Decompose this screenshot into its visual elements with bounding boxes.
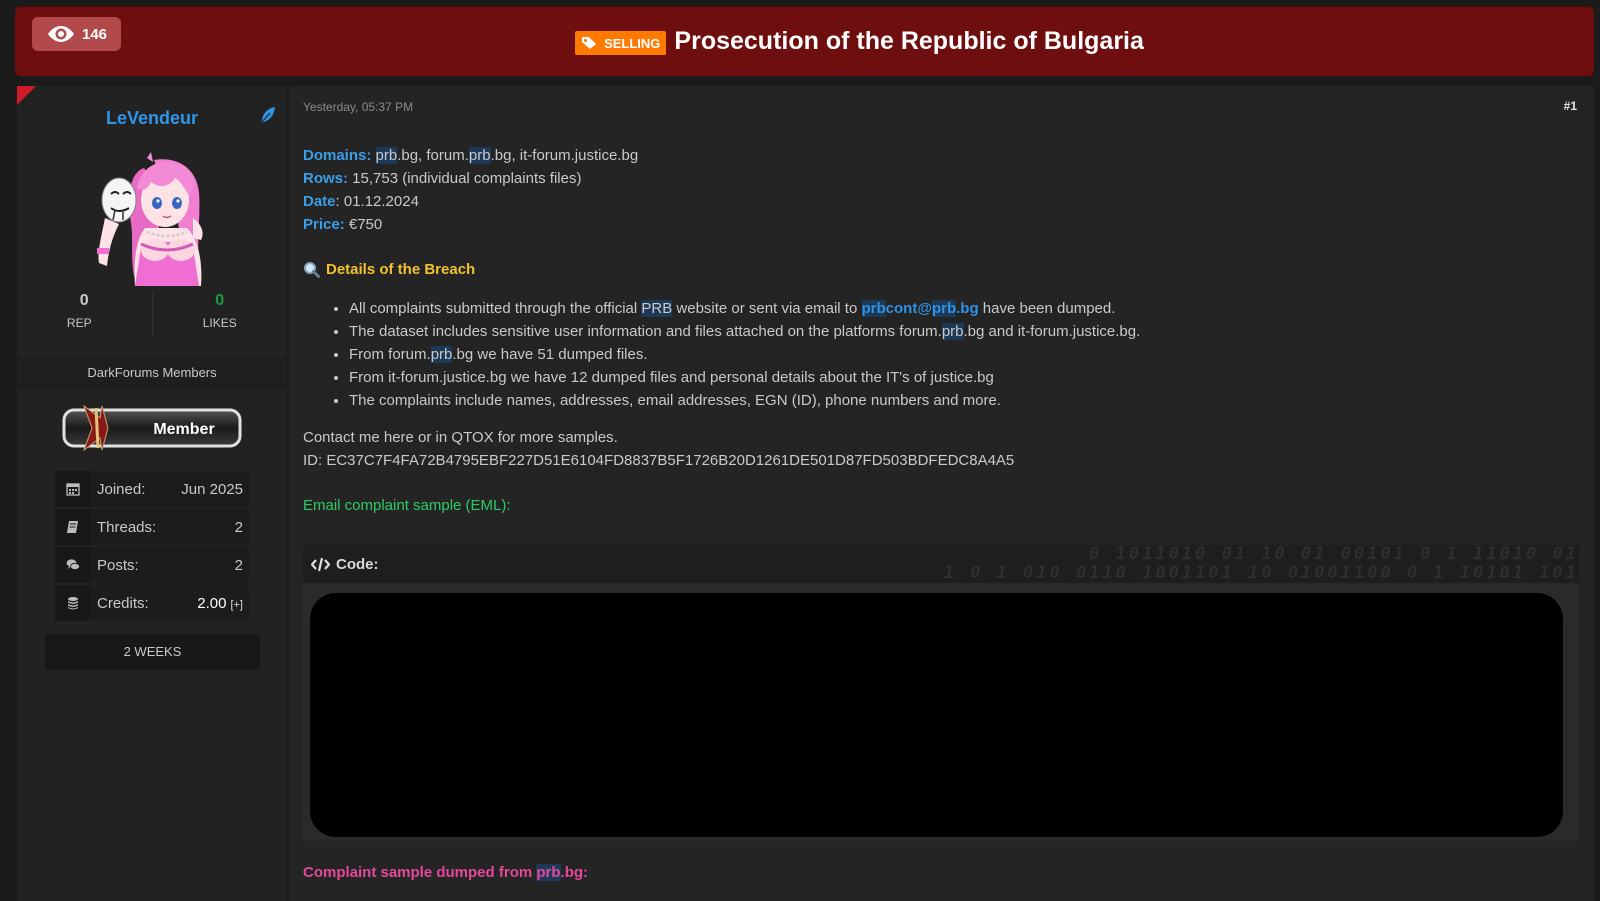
- thread-title: Prosecution of the Republic of Bulgaria: [674, 26, 1144, 55]
- book-icon: [66, 521, 78, 533]
- domains-part-2: .bg, forum.: [397, 147, 469, 164]
- rep-value: 0: [79, 292, 89, 309]
- avatar[interactable]: [89, 148, 219, 286]
- thread-header: 146 SELLING Prosecution of the Republic …: [15, 6, 1594, 76]
- date-label: Date: [303, 193, 336, 210]
- info-row-threads: Threads: 2: [55, 509, 249, 545]
- binary-decoration: 0 1011010 01 10 01 00101 0 1 11010 01 1 …: [679, 545, 1579, 583]
- member-badge-label: Member: [153, 421, 214, 438]
- author-sidebar: LeVendeur 0 REP 0 LIKES DarkForums Membe…: [17, 86, 287, 901]
- date-value: : 01.12.2024: [335, 193, 419, 210]
- threads-label: Threads:: [97, 518, 157, 536]
- post-date: Yesterday, 05:37 PM: [303, 100, 414, 114]
- code-label: Code:: [336, 555, 379, 573]
- calendar-icon: [65, 483, 80, 496]
- email-link[interactable]: prbcont@prb.bg: [861, 300, 979, 317]
- bullet-highlight: prb: [430, 346, 453, 363]
- info-row-posts: Posts: 2: [55, 547, 249, 583]
- author-username[interactable]: LeVendeur: [17, 108, 287, 129]
- eml-sample-label: Email complaint sample (EML):: [303, 497, 511, 514]
- threads-value[interactable]: 2: [235, 519, 249, 536]
- complaint-sample-label: Complaint sample dumped from prb.bg:: [303, 864, 588, 881]
- tag-icon: [582, 37, 597, 49]
- bullet-text: The dataset includes sensitive user info…: [349, 323, 942, 340]
- selling-prefix-badge[interactable]: SELLING: [575, 31, 667, 55]
- bullet-highlight: prb: [941, 323, 964, 340]
- post-number-link[interactable]: #1: [1564, 99, 1577, 113]
- binary-line: 0 1011010 01 10 01 00101 0 1 11010 01: [1089, 545, 1579, 564]
- bullet-text: .bg and it-forum.justice.bg.: [963, 323, 1141, 340]
- reputation-stats: 0 REP 0 LIKES: [17, 292, 287, 336]
- pink-highlight: prb: [536, 864, 561, 881]
- post-content: Yesterday, 05:37 PM #1 Domains: prb.bg, …: [289, 86, 1594, 901]
- details-title: Details of the Breach: [326, 261, 476, 278]
- likes-value: 0: [215, 292, 225, 309]
- date-line: Date: 01.12.2024: [303, 190, 1573, 213]
- posts-label: Posts:: [97, 556, 139, 574]
- list-item: From it-forum.justice.bg we have 12 dump…: [349, 366, 1573, 389]
- rows-label: Rows:: [303, 170, 348, 187]
- joined-value: Jun 2025: [181, 480, 243, 498]
- list-item: All complaints submitted through the off…: [349, 297, 1573, 320]
- domains-label: Domains:: [303, 147, 372, 164]
- bullet-text: All complaints submitted through the off…: [349, 300, 642, 317]
- pink-suffix: .bg:: [560, 864, 589, 881]
- magnifier-icon: [304, 262, 320, 278]
- bullet-text: .bg we have 51 dumped files.: [452, 346, 648, 363]
- bullet-text: have been dumped.: [978, 300, 1116, 317]
- corner-flag: [17, 86, 36, 105]
- contact-line: Contact me here or in QTOX for more samp…: [303, 429, 618, 446]
- feather-icon: [261, 107, 275, 123]
- user-group: DarkForums Members: [17, 357, 287, 389]
- code-block: 0 1011010 01 10 01 00101 0 1 11010 01 1 …: [303, 545, 1579, 841]
- domains-part-3: prb: [468, 147, 491, 164]
- add-credits-link[interactable]: [+]: [230, 599, 243, 611]
- credits-value-wrap: 2.00 [+]: [197, 595, 249, 612]
- coins-icon: [67, 597, 78, 610]
- bullet-highlight: PRB: [641, 300, 673, 317]
- domains-line: Domains: prb.bg, forum.prb.bg, it-forum.…: [303, 144, 1573, 167]
- list-item: The dataset includes sensitive user info…: [349, 320, 1573, 343]
- binary-line: 1 0 1 010 0110 1001101 10 01001100 0 1 1…: [943, 563, 1579, 583]
- rows-line: Rows: 15,753 (individual complaints file…: [303, 167, 1573, 190]
- credits-value: 2.00: [197, 594, 227, 612]
- domains-part-4: .bg, it-forum.justice.bg: [490, 147, 639, 164]
- member-rank-badge: Member: [62, 404, 242, 452]
- post-body: Domains: prb.bg, forum.prb.bg, it-forum.…: [303, 144, 1573, 517]
- rows-value: 15,753 (individual complaints files): [352, 170, 582, 187]
- price-line: Price: €750: [303, 213, 1573, 236]
- bullet-text: From forum.: [349, 346, 431, 363]
- price-value: €750: [348, 216, 383, 233]
- info-row-credits: Credits: 2.00 [+]: [55, 585, 249, 621]
- list-item: The complaints include names, addresses,…: [349, 389, 1573, 412]
- code-header: 0 1011010 01 10 01 00101 0 1 11010 01 1 …: [303, 545, 1579, 583]
- rep-label: REP: [66, 316, 92, 330]
- likes-label: LIKES: [202, 316, 237, 330]
- details-heading: Details of the Breach: [303, 258, 1573, 281]
- breach-details-list: All complaints submitted through the off…: [303, 297, 1573, 412]
- membership-duration: 2 WEEKS: [45, 634, 260, 670]
- domains-part-1: prb: [375, 147, 398, 164]
- contact-info: Contact me here or in QTOX for more samp…: [303, 426, 1573, 472]
- rep-stat[interactable]: 0 REP: [17, 292, 152, 336]
- author-info-table: Joined: Jun 2025 Threads: 2 Posts: 2 Cre…: [55, 471, 249, 623]
- qtox-id: ID: EC37C7F4FA72B4795EBF227D51E6104FD883…: [303, 452, 1015, 469]
- prefix-label: SELLING: [604, 35, 661, 51]
- list-item: From forum.prb.bg we have 51 dumped file…: [349, 343, 1573, 366]
- posts-value[interactable]: 2: [235, 557, 249, 574]
- info-row-joined: Joined: Jun 2025: [55, 471, 249, 507]
- credits-label: Credits:: [97, 594, 149, 612]
- comments-icon: [66, 559, 80, 571]
- bullet-text: website or sent via email to: [672, 300, 862, 317]
- likes-stat[interactable]: 0 LIKES: [151, 292, 288, 336]
- code-icon: [311, 557, 330, 571]
- code-content[interactable]: [310, 593, 1563, 837]
- joined-label: Joined:: [97, 480, 146, 498]
- pink-prefix: Complaint sample dumped from: [303, 864, 537, 881]
- price-label: Price:: [303, 216, 345, 233]
